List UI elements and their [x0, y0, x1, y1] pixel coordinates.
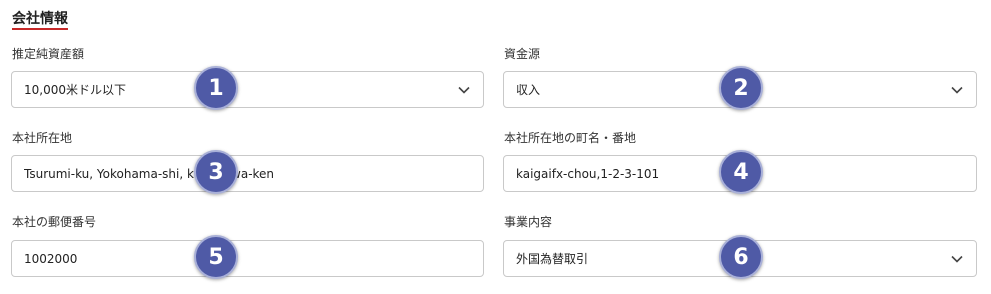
chevron-down-icon	[457, 83, 471, 97]
chevron-down-icon	[950, 83, 964, 97]
chevron-down-icon	[950, 252, 964, 266]
fund-source-label: 資金源	[504, 47, 541, 61]
hq-postal-label: 本社の郵便番号	[12, 215, 97, 229]
hq-postal-input[interactable]: 1002000	[11, 240, 484, 277]
step-badge-4: 4	[719, 150, 763, 194]
step-badge-5: 5	[194, 235, 238, 279]
hq-postal-value: 1002000	[24, 251, 78, 266]
section-title: 会社情報	[12, 11, 68, 27]
step-badge-1: 1	[194, 66, 238, 110]
business-label: 事業内容	[504, 215, 553, 229]
section-title-underline	[12, 28, 68, 30]
step-badge-3: 3	[194, 150, 238, 194]
hq-location-value: Tsurumi-ku, Yokohama-shi, kanagawa-ken	[24, 166, 275, 181]
step-badge-2: 2	[719, 66, 763, 110]
net-assets-label: 推定純資産額	[12, 47, 85, 61]
hq-street-label: 本社所在地の町名・番地	[504, 131, 637, 145]
step-badge-6: 6	[719, 235, 763, 279]
net-assets-select[interactable]: 10,000米ドル以下	[11, 71, 484, 108]
net-assets-value: 10,000米ドル以下	[24, 83, 126, 97]
hq-location-label: 本社所在地	[12, 131, 73, 145]
hq-location-input[interactable]: Tsurumi-ku, Yokohama-shi, kanagawa-ken	[11, 155, 484, 192]
